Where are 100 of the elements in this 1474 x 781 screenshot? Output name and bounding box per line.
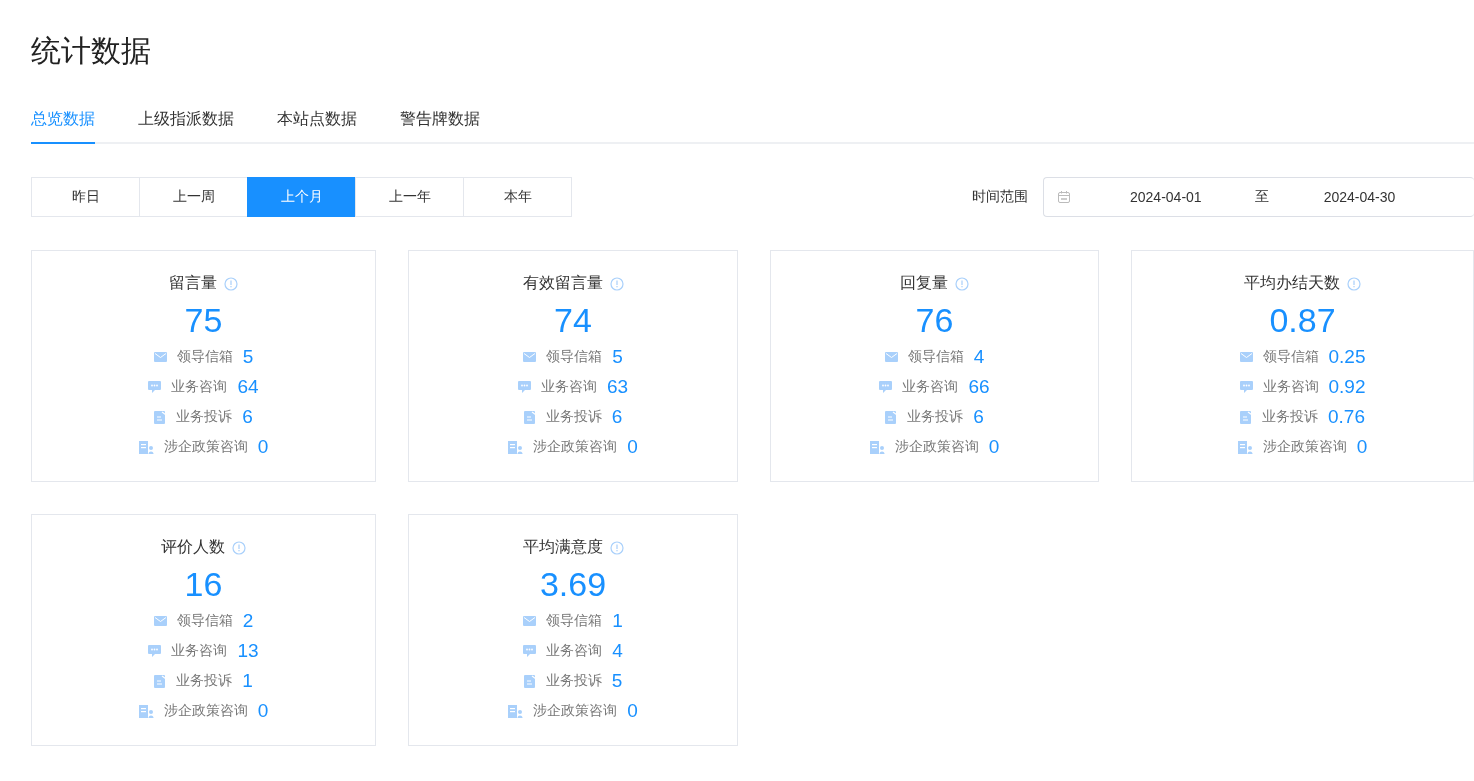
card-title: 平均办结天数	[1244, 273, 1340, 293]
note-icon	[154, 674, 167, 688]
note-icon	[523, 674, 536, 688]
envelope-icon	[153, 616, 167, 626]
info-icon	[1347, 276, 1361, 291]
metric-value: 6	[242, 406, 253, 428]
metric-label: 领导信箱	[1262, 348, 1319, 366]
metric-value: 1	[242, 670, 253, 692]
chat-icon	[148, 645, 162, 657]
metric-label: 领导信箱	[546, 612, 603, 630]
chat-icon	[517, 381, 531, 393]
info-icon	[609, 540, 624, 555]
building-icon	[1237, 440, 1253, 454]
chat-icon	[879, 381, 893, 393]
metric-label: 涉企政策咨询	[163, 438, 248, 456]
note-icon	[1240, 410, 1252, 424]
card-value: 76	[915, 300, 954, 341]
metric-value: 1	[612, 610, 623, 632]
metric-label: 涉企政策咨询	[163, 702, 248, 720]
chat-icon	[523, 645, 537, 657]
metric-label: 涉企政策咨询	[1262, 438, 1347, 456]
metric-value: 13	[237, 640, 259, 662]
metric-value: 0	[257, 700, 269, 722]
metric-label: 业务咨询	[546, 642, 603, 660]
metric-label: 领导信箱	[176, 612, 233, 630]
metric-label: 业务咨询	[540, 378, 597, 396]
building-icon	[138, 440, 154, 454]
metric-label: 业务投诉	[1262, 408, 1318, 426]
card-value: 3.69	[539, 564, 607, 605]
building-icon	[138, 704, 154, 718]
card-title: 留言量	[169, 273, 217, 293]
metric-label: 业务咨询	[171, 642, 228, 660]
metric-label: 业务投诉	[176, 672, 233, 690]
card-title: 回复量	[900, 273, 948, 293]
metric-value: 4	[612, 640, 623, 662]
metric-label: 业务咨询	[902, 378, 959, 396]
metric-value: 5	[612, 346, 623, 368]
chat-icon	[148, 381, 162, 393]
metric-value: 66	[968, 376, 990, 398]
period-button[interactable]: 昨日	[31, 177, 140, 217]
metric-label: 涉企政策咨询	[533, 702, 618, 720]
building-icon	[508, 440, 524, 454]
tab[interactable]: 上级指派数据	[138, 97, 234, 144]
metric-value: 63	[606, 376, 629, 398]
card-value: 74	[554, 300, 592, 341]
period-button[interactable]: 上一周	[139, 177, 248, 217]
card-title: 有效留言量	[522, 273, 603, 293]
metric-value: 0	[988, 436, 1000, 458]
metric-label: 涉企政策咨询	[533, 438, 618, 456]
tab[interactable]: 本站点数据	[277, 97, 357, 144]
metric-value: 6	[973, 406, 984, 428]
envelope-icon	[523, 352, 537, 362]
note-icon	[885, 410, 898, 424]
metric-label: 业务咨询	[171, 378, 228, 396]
metric-value: 0.92	[1328, 376, 1366, 398]
note-icon	[523, 410, 536, 424]
info-icon	[224, 276, 238, 291]
metric-value: 5	[242, 346, 254, 368]
metric-value: 6	[611, 406, 623, 428]
metric-label: 业务投诉	[545, 408, 602, 426]
chat-icon	[1239, 381, 1253, 393]
metric-label: 领导信箱	[907, 348, 964, 366]
info-icon	[232, 540, 246, 555]
metric-label: 领导信箱	[176, 348, 233, 366]
tab[interactable]: 警告牌数据	[400, 97, 480, 144]
card-value: 75	[184, 300, 223, 341]
metric-value: 2	[242, 610, 254, 632]
metric-label: 涉企政策咨询	[894, 438, 979, 456]
building-icon	[869, 440, 885, 454]
calendar-icon	[1057, 190, 1071, 204]
metric-value: 5	[611, 670, 623, 692]
envelope-icon	[884, 352, 898, 362]
date-range-label: 时间范围	[972, 188, 1028, 206]
metric-label: 业务投诉	[176, 408, 233, 426]
page-title: 统计数据	[31, 33, 152, 69]
metric-value: 0	[627, 700, 638, 722]
envelope-icon	[153, 352, 167, 362]
metric-value: 4	[973, 346, 985, 368]
metric-value: 0	[627, 436, 638, 458]
metric-value: 0	[257, 436, 269, 458]
metric-value: 0.76	[1328, 406, 1365, 428]
info-icon	[609, 276, 624, 291]
card-value: 16	[184, 564, 223, 605]
period-button[interactable]: 本年	[463, 177, 572, 217]
metric-label: 业务咨询	[1262, 378, 1319, 396]
period-button[interactable]: 上一年	[355, 177, 464, 217]
metric-value: 64	[237, 376, 259, 398]
metric-label: 领导信箱	[546, 348, 603, 366]
card-value: 0.87	[1269, 300, 1336, 341]
metric-label: 业务投诉	[545, 672, 602, 690]
metric-value: 0.25	[1328, 346, 1366, 368]
envelope-icon	[1239, 352, 1253, 362]
metric-value: 0	[1356, 436, 1368, 458]
info-icon	[955, 276, 969, 291]
card-title: 评价人数	[161, 537, 225, 557]
metric-label: 业务投诉	[907, 408, 964, 426]
card-title: 平均满意度	[522, 537, 603, 557]
note-icon	[154, 410, 167, 424]
building-icon	[508, 704, 524, 718]
envelope-icon	[523, 616, 537, 626]
